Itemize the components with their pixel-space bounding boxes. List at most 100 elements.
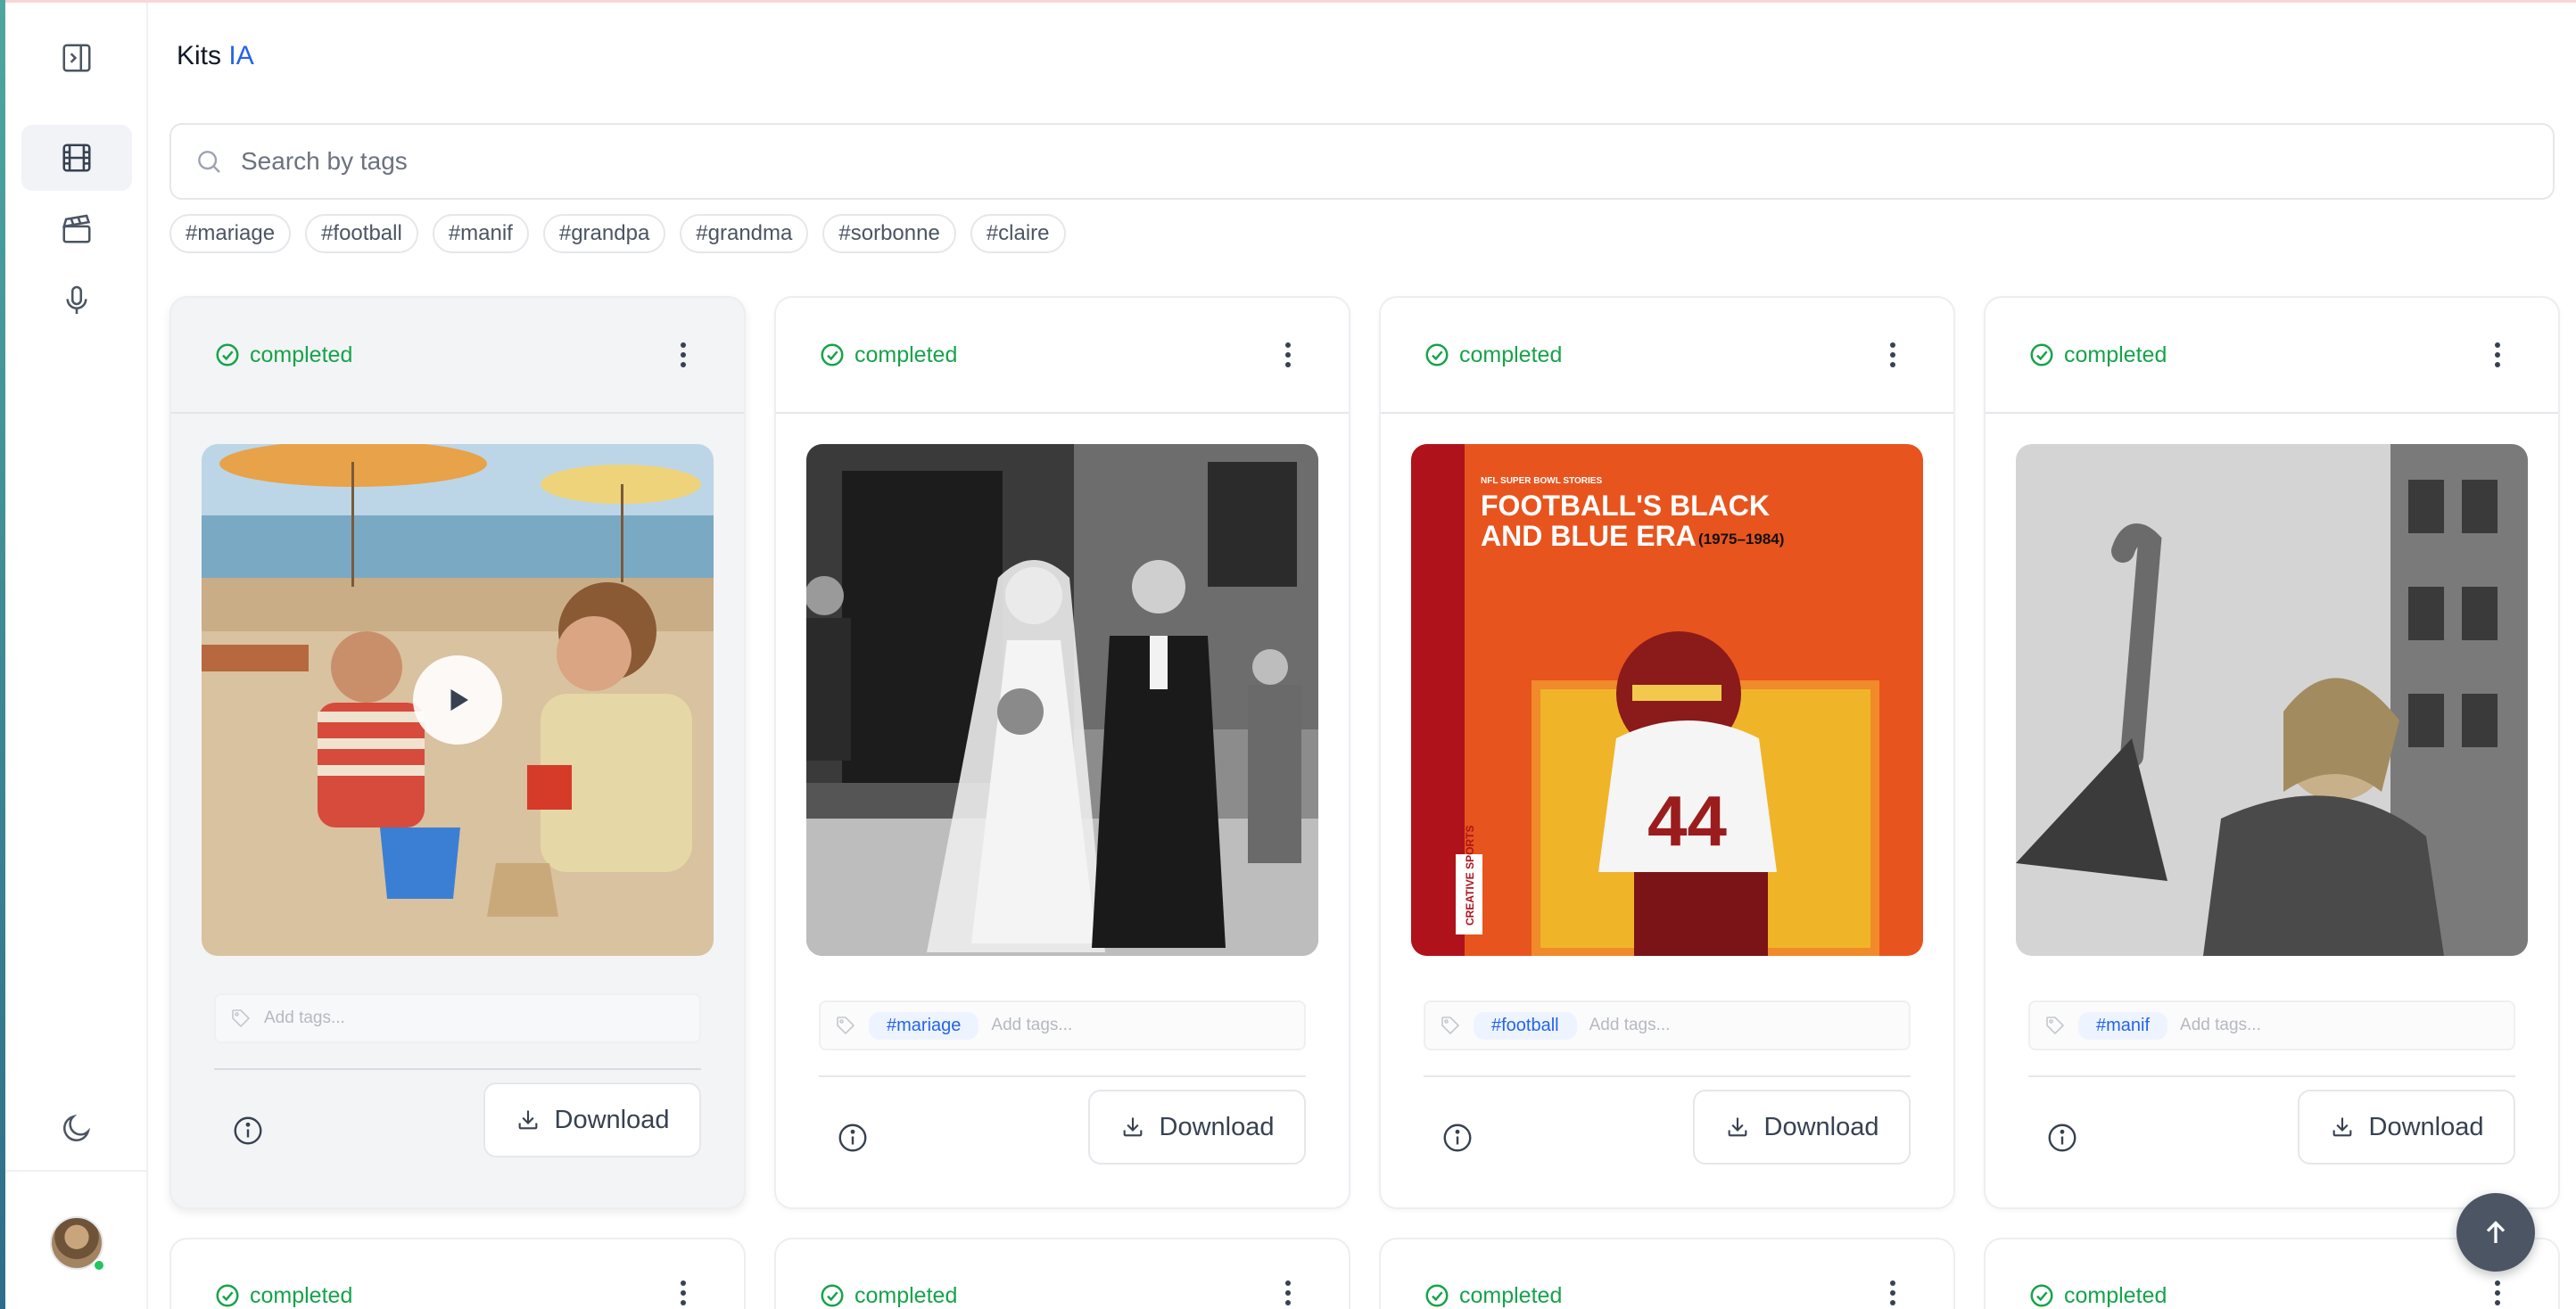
check-circle-icon xyxy=(216,343,239,366)
status-text: completed xyxy=(2064,1282,2167,1308)
filter-tags: #mariage #football #manif #grandpa #gran… xyxy=(169,214,1066,253)
media-card[interactable]: completed xyxy=(169,296,746,1209)
status-text: completed xyxy=(2064,342,2167,367)
card-header: completed xyxy=(1381,298,1953,414)
filter-tag-grandpa[interactable]: #grandpa xyxy=(542,214,666,253)
wedding-photo-image xyxy=(806,444,1318,956)
tag-input-placeholder: Add tags... xyxy=(2180,1016,2261,1034)
tag-icon xyxy=(1441,1017,1460,1035)
clapperboard-icon xyxy=(62,214,91,243)
card-header: completed xyxy=(1986,298,2558,414)
filter-tag-grandma[interactable]: #grandma xyxy=(680,214,809,253)
status-badge: completed xyxy=(1424,342,1562,368)
status-text: completed xyxy=(1459,342,1563,367)
status-badge: completed xyxy=(1424,1282,1562,1309)
tag-icon xyxy=(837,1017,855,1035)
download-label: Download xyxy=(1159,1112,1275,1141)
image-thumbnail[interactable] xyxy=(2016,444,2528,956)
moon-icon xyxy=(63,1114,91,1141)
status-text: completed xyxy=(1459,1282,1563,1308)
svg-text:44: 44 xyxy=(1647,781,1727,860)
status-badge: completed xyxy=(2028,1282,2167,1309)
download-label: Download xyxy=(554,1105,670,1134)
more-options-button[interactable] xyxy=(665,1275,701,1309)
sidebar-item-audio[interactable] xyxy=(21,268,132,333)
online-status-dot xyxy=(93,1259,105,1272)
filter-tag-manif[interactable]: #manif xyxy=(432,214,529,253)
card-divider xyxy=(819,1075,1306,1077)
more-options-button[interactable] xyxy=(1875,1275,1911,1309)
more-options-button[interactable] xyxy=(2480,337,2515,373)
tag-icon xyxy=(232,1009,251,1028)
tag-input-field[interactable]: Add tags... xyxy=(214,993,701,1043)
download-button[interactable]: Download xyxy=(483,1083,701,1157)
protest-photo-image xyxy=(2016,444,2528,956)
check-circle-icon xyxy=(821,343,844,366)
info-icon[interactable] xyxy=(1441,1122,1474,1154)
download-label: Download xyxy=(1763,1112,1879,1141)
card-header: completed xyxy=(776,298,1349,414)
video-thumbnail[interactable] xyxy=(202,444,714,956)
media-card[interactable]: completed xyxy=(774,296,1350,1209)
status-text: completed xyxy=(250,342,353,367)
card-divider xyxy=(214,1068,701,1070)
play-icon xyxy=(450,689,468,711)
sidebar-item-videos[interactable] xyxy=(21,125,132,191)
filter-tag-mariage[interactable]: #mariage xyxy=(169,214,292,253)
poster-title-line1: FOOTBALL'S BLACK xyxy=(1481,490,1770,522)
poster-title-line2: AND BLUE ERA xyxy=(1481,520,1697,552)
status-badge: completed xyxy=(214,342,352,368)
more-options-button[interactable] xyxy=(1270,337,1306,373)
check-circle-icon xyxy=(1425,343,1449,366)
tag-input-field[interactable]: #mariage Add tags... xyxy=(819,1000,1306,1050)
assigned-tag[interactable]: #mariage xyxy=(869,1011,979,1040)
info-icon[interactable] xyxy=(2046,1122,2078,1154)
download-icon xyxy=(2332,1117,2351,1137)
download-label: Download xyxy=(2368,1112,2484,1141)
theme-toggle-button[interactable] xyxy=(21,1095,132,1161)
filter-tag-claire[interactable]: #claire xyxy=(970,214,1066,253)
more-options-button[interactable] xyxy=(1270,1275,1306,1309)
media-card[interactable]: completed xyxy=(774,1238,1350,1309)
sidebar xyxy=(0,0,148,1309)
filter-tag-football[interactable]: #football xyxy=(305,214,418,253)
status-badge: completed xyxy=(214,1282,352,1309)
search-input[interactable] xyxy=(241,147,2471,176)
status-text: completed xyxy=(855,1282,958,1308)
check-circle-icon xyxy=(2030,343,2053,366)
tag-input-field[interactable]: #manif Add tags... xyxy=(2028,1000,2515,1050)
download-button[interactable]: Download xyxy=(2298,1090,2515,1165)
app-root: Kits IA #mariage #football #manif #grand… xyxy=(0,0,2576,1309)
info-icon[interactable] xyxy=(837,1122,869,1154)
image-thumbnail[interactable]: NFL SUPER BOWL STORIES FOOTBALL'S BLACK … xyxy=(1411,444,1923,956)
scroll-to-top-button[interactable] xyxy=(2456,1193,2535,1272)
media-card[interactable]: completed NFL SUPER BOWL STORIES FOOTBAL… xyxy=(1379,296,1955,1209)
sidebar-item-clips[interactable] xyxy=(21,196,132,262)
download-button[interactable]: Download xyxy=(1693,1090,1911,1165)
toggle-sidebar-button[interactable] xyxy=(21,25,132,91)
media-card[interactable]: completed xyxy=(1984,296,2560,1209)
play-button[interactable] xyxy=(413,655,502,745)
download-icon xyxy=(1123,1117,1142,1137)
check-circle-icon xyxy=(821,1284,844,1307)
download-button[interactable]: Download xyxy=(1088,1090,1306,1165)
more-options-button[interactable] xyxy=(665,337,701,373)
more-options-button[interactable] xyxy=(1875,337,1911,373)
microphone-icon xyxy=(66,285,87,315)
media-card[interactable]: completed xyxy=(169,1238,746,1309)
media-card[interactable]: completed xyxy=(1379,1238,1955,1309)
assigned-tag[interactable]: #manif xyxy=(2078,1011,2168,1040)
poster-publisher: CREATIVE SPORTS xyxy=(1464,826,1476,926)
check-circle-icon xyxy=(2030,1284,2053,1307)
image-thumbnail[interactable] xyxy=(806,444,1318,956)
more-options-button[interactable] xyxy=(2480,1275,2515,1309)
tag-input-field[interactable]: #football Add tags... xyxy=(1424,1000,1911,1050)
info-icon[interactable] xyxy=(232,1115,264,1147)
status-badge: completed xyxy=(2028,342,2167,368)
app-brand: Kits IA xyxy=(177,41,254,71)
filter-tag-sorbonne[interactable]: #sorbonne xyxy=(822,214,956,253)
download-icon xyxy=(518,1110,537,1130)
card-header: completed xyxy=(171,298,744,414)
tag-input-placeholder: Add tags... xyxy=(991,1016,1073,1034)
assigned-tag[interactable]: #football xyxy=(1474,1011,1577,1040)
